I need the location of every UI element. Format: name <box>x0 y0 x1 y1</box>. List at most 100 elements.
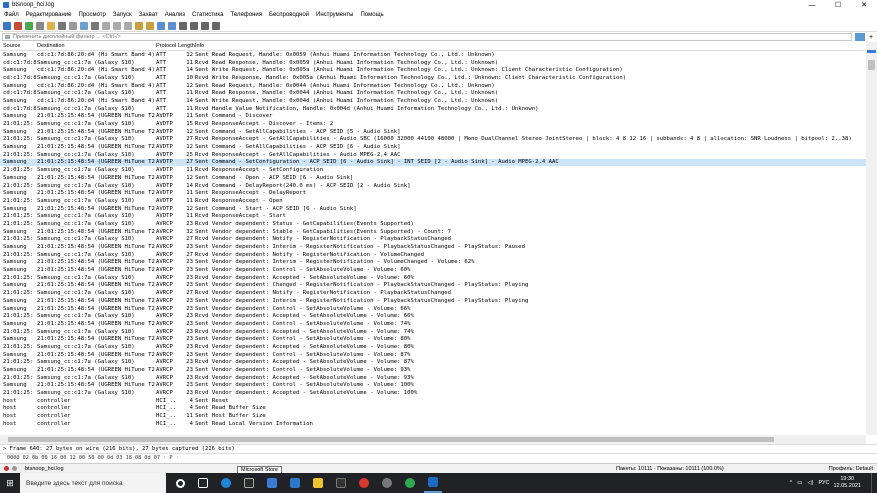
go-back-icon[interactable] <box>102 21 110 30</box>
table-row[interactable]: 21:01:25: Samsung_cc:c1:7a (Galaxy S10) AV… <box>0 235 866 244</box>
options-icon[interactable] <box>36 21 44 30</box>
go-forward-icon[interactable] <box>113 21 121 30</box>
packet-list[interactable]: Source Destination Protocol Length Info … <box>0 42 866 435</box>
table-row[interactable]: 21:01:25: Samsung_cc:c1:7a (Galaxy S10) AV… <box>0 312 866 321</box>
table-row[interactable]: 21:01:25: Samsung_cc:c1:7a (Galaxy S10) AV… <box>0 273 866 282</box>
autoscroll-icon[interactable] <box>157 21 165 30</box>
open-file-icon[interactable] <box>47 21 55 30</box>
table-row[interactable]: Samsung 21:01:25:15:48:54 (UGREEN HiTune … <box>0 143 866 151</box>
tray-chevron-icon[interactable]: ^ <box>790 480 793 486</box>
table-row[interactable]: Samsung 21:01:25:15:48:54 (UGREEN HiTune … <box>0 381 866 390</box>
first-packet-icon[interactable] <box>135 21 143 30</box>
horizontal-scroll-thumb[interactable] <box>8 437 774 442</box>
menu-tools[interactable]: Инструменты <box>316 12 353 18</box>
show-desktop-button[interactable] <box>871 473 877 493</box>
save-file-icon[interactable] <box>58 21 66 30</box>
table-row[interactable]: Samsung 21:01:25:15:48:54 (UGREEN HiTune … <box>0 297 866 305</box>
table-row[interactable]: Samsung 21:01:25:15:48:54 (UGREEN HiTune … <box>0 258 866 267</box>
frame-summary[interactable]: > Frame 640: 27 bytes on wire (216 bits)… <box>3 446 235 452</box>
table-row[interactable]: Samsung 21:01:25:15:48:54 (UGREEN HiTune … <box>0 174 866 182</box>
normal-size-icon[interactable] <box>201 21 209 30</box>
table-row[interactable]: host controller HCI_.. 11 Sent Host Buffer S… <box>0 412 866 420</box>
find-packet-icon[interactable] <box>91 21 99 30</box>
start-capture-icon[interactable] <box>3 21 11 30</box>
table-row[interactable]: 21:01:25: Samsung_cc:c1:7a (Galaxy S10) AV… <box>0 212 866 221</box>
menu-help[interactable]: Помощь <box>360 12 383 18</box>
table-row[interactable]: 21:01:25: Samsung_cc:c1:7a (Galaxy S10) AV… <box>0 120 866 128</box>
table-row[interactable]: 21:01:25: Samsung_cc:c1:7a (Galaxy S10) AV… <box>0 166 866 174</box>
table-row[interactable]: Samsung cd:c1:7d:86:20:d4 (Hi Smart Band … <box>0 66 866 75</box>
close-file-icon[interactable] <box>69 21 77 30</box>
table-row[interactable]: 21:01:25: Samsung_cc:c1:7a (Galaxy S10) AV… <box>0 289 866 297</box>
table-row[interactable]: 21:01:25: Samsung_cc:c1:7a (Galaxy S10) AV… <box>0 181 866 190</box>
packet-details-pane[interactable]: > Frame 640: 27 bytes on wire (216 bits)… <box>0 444 877 453</box>
minimize-button[interactable]: — <box>799 0 825 10</box>
table-row[interactable]: 21:01:25: Samsung_cc:c1:7a (Galaxy S10) AV… <box>0 197 866 205</box>
table-row[interactable]: Samsung cd:c1:7d:86:20:d4 (Hi Smart Band … <box>0 81 866 90</box>
table-row[interactable]: Samsung 21:01:25:15:48:54 (UGREEN HiTune … <box>0 158 866 167</box>
stop-capture-icon[interactable] <box>14 21 22 30</box>
table-row[interactable]: host controller HCI_.. 4 Sent Read Local Ver… <box>0 420 866 428</box>
table-row[interactable]: Samsung cd:c1:7d:86:20:d4 (Hi Smart Band … <box>0 97 866 105</box>
menu-statistics[interactable]: Статистика <box>192 12 224 18</box>
table-row[interactable]: 21:01:25: Samsung_cc:c1:7a (Galaxy S10) AV… <box>0 373 866 382</box>
add-filter-button[interactable]: + <box>867 34 875 41</box>
table-row[interactable]: host controller HCI_.. 4 Sent Reset <box>0 396 866 405</box>
table-row[interactable]: Samsung 21:01:25:15:48:54 (UGREEN HiTune … <box>0 112 866 121</box>
table-row[interactable]: 21:01:25: Samsung_cc:c1:7a (Galaxy S10) AV… <box>0 135 866 144</box>
table-row[interactable]: host controller HCI_.. 4 Sent Read Buffer Si… <box>0 404 866 413</box>
mail-icon[interactable] <box>286 473 304 493</box>
media-icon[interactable] <box>332 473 350 493</box>
table-row[interactable]: Samsung 21:01:25:15:48:54 (UGREEN HiTune … <box>0 281 866 290</box>
language-indicator[interactable]: РУС <box>818 480 829 486</box>
menu-file[interactable]: Файл <box>4 12 19 18</box>
column-source[interactable]: Source <box>0 43 36 49</box>
table-row[interactable]: 21:01:25: Samsung_cc:c1:7a (Galaxy S10) AV… <box>0 358 866 367</box>
display-filter-input[interactable]: Применить дисплейный фильтр ... <Ctrl-/> <box>2 33 852 41</box>
table-row[interactable]: cd:c1:7d:86:20:Samsung_cc:c1:7a (Galaxy … <box>0 89 866 98</box>
column-length[interactable]: Length <box>178 43 195 49</box>
table-row[interactable]: Samsung 21:01:25:15:48:54 (UGREEN HiTune … <box>0 243 866 251</box>
table-row[interactable]: 21:01:25: Samsung_cc:c1:7a (Galaxy S10) AV… <box>0 250 866 259</box>
menu-capture[interactable]: Захват <box>139 12 158 18</box>
profile-indicator[interactable]: Профиль: Default <box>829 466 873 472</box>
apply-filter-button[interactable] <box>855 33 865 41</box>
table-row[interactable]: Samsung 21:01:25:15:48:54 (UGREEN HiTune … <box>0 266 866 274</box>
table-row[interactable]: cd:c1:7d:86:20:Samsung_cc:c1:7a (Galaxy … <box>0 74 866 82</box>
volume-icon[interactable]: ◁) <box>807 480 813 486</box>
table-row[interactable]: cd:c1:7d:86:20:Samsung_cc:c1:7a (Galaxy … <box>0 58 866 67</box>
menu-analyze[interactable]: Анализ <box>165 12 185 18</box>
reload-icon[interactable] <box>80 21 88 30</box>
edge-browser-icon[interactable] <box>217 473 235 493</box>
file-explorer-icon[interactable] <box>309 473 327 493</box>
menu-view[interactable]: Просмотр <box>78 12 105 18</box>
table-row[interactable]: Samsung 21:01:25:15:48:54 (UGREEN HiTune … <box>0 335 866 344</box>
table-row[interactable]: 21:01:25: Samsung_cc:c1:7a (Galaxy S10) AV… <box>0 220 866 228</box>
table-row[interactable]: cd:c1:7d:86:20:Samsung_cc:c1:7a (Galaxy … <box>0 104 866 113</box>
comments-icon[interactable] <box>12 466 17 471</box>
table-row[interactable]: 21:01:25: Samsung_cc:c1:7a (Galaxy S10) AV… <box>0 327 866 336</box>
settings-icon[interactable] <box>378 473 396 493</box>
table-row[interactable]: 21:01:25: Samsung_cc:c1:7a (Galaxy S10) AV… <box>0 343 866 351</box>
column-info[interactable]: Info <box>195 43 866 49</box>
resize-columns-icon[interactable] <box>212 21 220 30</box>
zoom-out-icon[interactable] <box>190 21 198 30</box>
packet-list-horizontal-scrollbar[interactable] <box>0 435 866 444</box>
chrome-icon[interactable] <box>355 473 373 493</box>
table-row[interactable]: Samsung 21:01:25:15:48:54 (UGREEN HiTune … <box>0 127 866 136</box>
windows-start-icon[interactable]: ⊞ <box>0 473 20 493</box>
zoom-in-icon[interactable] <box>179 21 187 30</box>
packet-list-vertical-scrollbar[interactable] <box>866 42 877 435</box>
menu-wireless[interactable]: Беспроводной <box>269 12 309 18</box>
menu-edit[interactable]: Редактирование <box>26 12 72 18</box>
table-row[interactable]: Samsung 21:01:25:15:48:54 (UGREEN HiTune … <box>0 204 866 213</box>
taskbar-search-input[interactable]: Введите здесь текст для поиска <box>20 473 166 493</box>
store-icon[interactable] <box>240 473 258 493</box>
chrome-alt-icon[interactable] <box>401 473 419 493</box>
table-row[interactable]: 21:01:25: Samsung_cc:c1:7a (Galaxy S10) AV… <box>0 150 866 159</box>
table-row[interactable]: Samsung cd:c1:7d:86:20:d4 (Hi Smart Band … <box>0 51 866 59</box>
restart-capture-icon[interactable] <box>25 21 33 30</box>
menu-telephony[interactable]: Телефония <box>231 12 263 18</box>
task-view-icon[interactable] <box>194 473 212 493</box>
table-row[interactable]: Samsung 21:01:25:15:48:54 (UGREEN HiTune … <box>0 350 866 359</box>
